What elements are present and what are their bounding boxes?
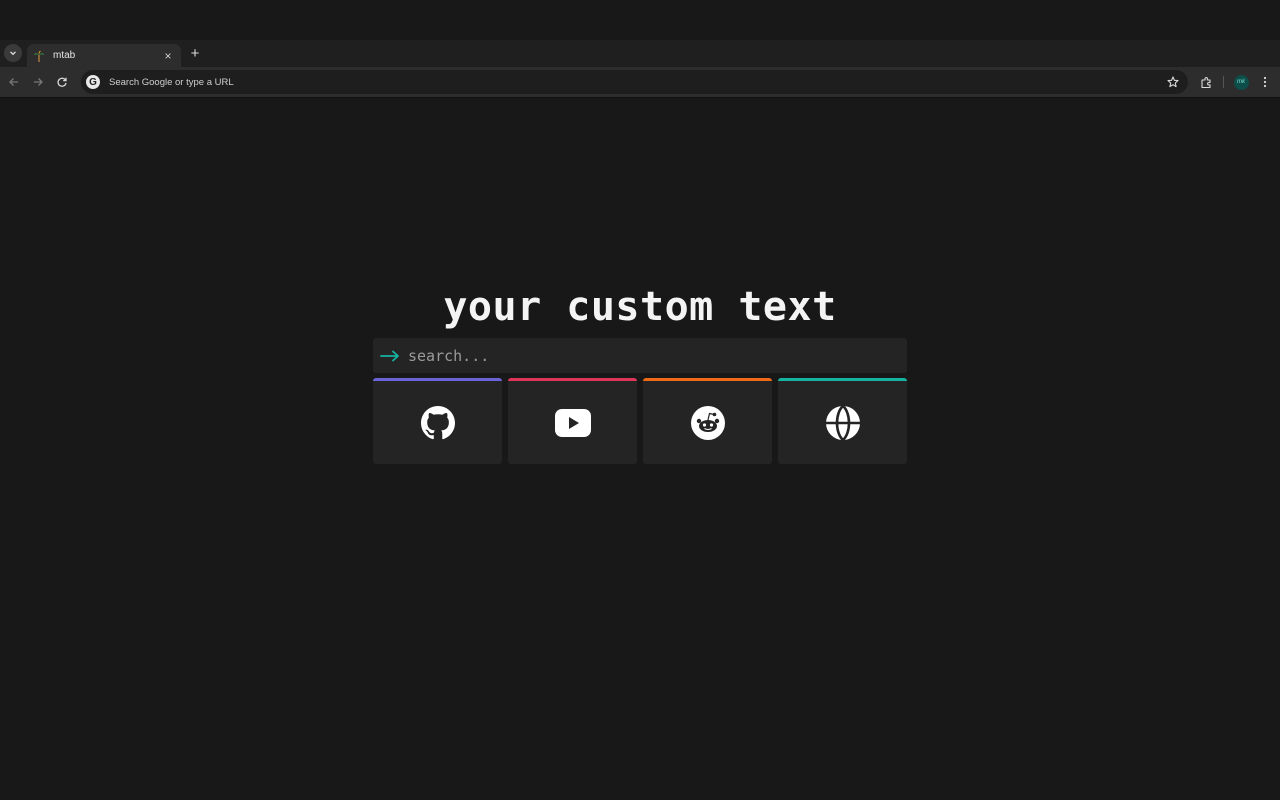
palm-tree-icon [33,50,45,62]
back-arrow-icon [9,78,18,86]
globe-icon [825,404,861,441]
close-tab-button[interactable]: × [161,49,175,63]
new-tab-button[interactable]: + [187,45,203,62]
link-github[interactable] [373,378,502,464]
reload-button[interactable] [53,73,71,91]
address-bar[interactable]: G Search Google or type a URL [81,70,1188,94]
chevron-down-icon [10,51,16,56]
search-box[interactable] [373,338,907,373]
bookmark-star-icon[interactable] [1167,76,1179,88]
os-top-bar [0,0,1280,40]
browser-toolbar: G Search Google or type a URL mk [0,67,1280,97]
custom-heading: your custom text [443,284,837,330]
toolbar-divider [1223,76,1224,88]
kebab-menu-icon [1263,76,1267,88]
puzzle-icon [1200,76,1211,88]
reload-icon [57,77,67,87]
link-youtube[interactable] [508,378,637,464]
github-icon [420,405,455,440]
toolbar-actions: mk [1196,72,1275,92]
reddit-icon [690,405,726,441]
quick-links [373,378,907,464]
tab-strip: mtab × + [0,40,1280,67]
youtube-icon [554,408,591,437]
tab-mtab[interactable]: mtab × [27,44,181,67]
content-center: your custom text [373,281,907,464]
new-tab-page: your custom text [0,98,1280,800]
forward-button[interactable] [29,73,47,91]
forward-arrow-icon [34,78,43,86]
address-bar-placeholder: Search Google or type a URL [109,76,234,88]
back-button[interactable] [5,73,23,91]
tab-search-button[interactable] [4,44,22,62]
link-reddit[interactable] [643,378,772,464]
arrow-right-icon [380,350,400,362]
link-web[interactable] [778,378,907,464]
tab-title: mtab [53,50,76,61]
extensions-button[interactable] [1196,72,1216,92]
google-icon: G [86,75,100,89]
avatar: mk [1233,74,1249,90]
browser-menu-button[interactable] [1255,72,1275,92]
profile-button[interactable]: mk [1231,72,1251,92]
search-input[interactable] [408,338,907,373]
